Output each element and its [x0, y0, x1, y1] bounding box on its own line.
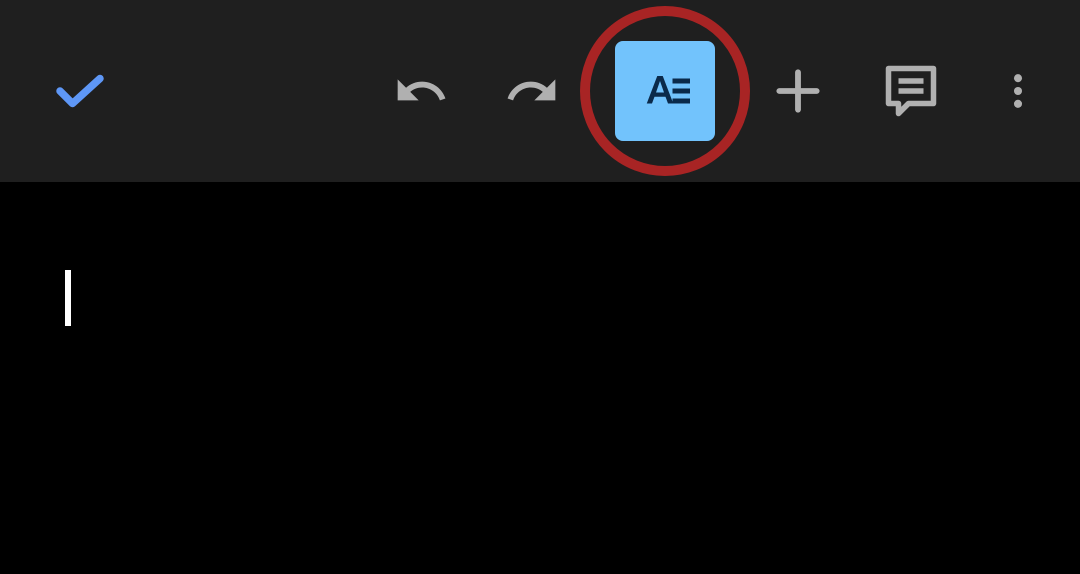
comment-icon [881, 61, 941, 121]
text-cursor [65, 270, 71, 326]
more-vert-icon [996, 69, 1040, 113]
more-button[interactable] [996, 69, 1040, 113]
toolbar-actions [393, 41, 1040, 141]
plus-icon [770, 63, 826, 119]
format-button-wrapper [615, 41, 715, 141]
comment-button[interactable] [881, 61, 941, 121]
redo-icon [504, 63, 560, 119]
done-button[interactable] [40, 51, 120, 131]
insert-button[interactable] [770, 63, 826, 119]
format-text-icon [635, 61, 695, 121]
check-icon [50, 61, 110, 121]
format-button[interactable] [615, 41, 715, 141]
redo-button[interactable] [504, 63, 560, 119]
undo-button[interactable] [393, 63, 449, 119]
toolbar [0, 0, 1080, 182]
undo-icon [393, 63, 449, 119]
editor-area[interactable] [0, 182, 1080, 574]
